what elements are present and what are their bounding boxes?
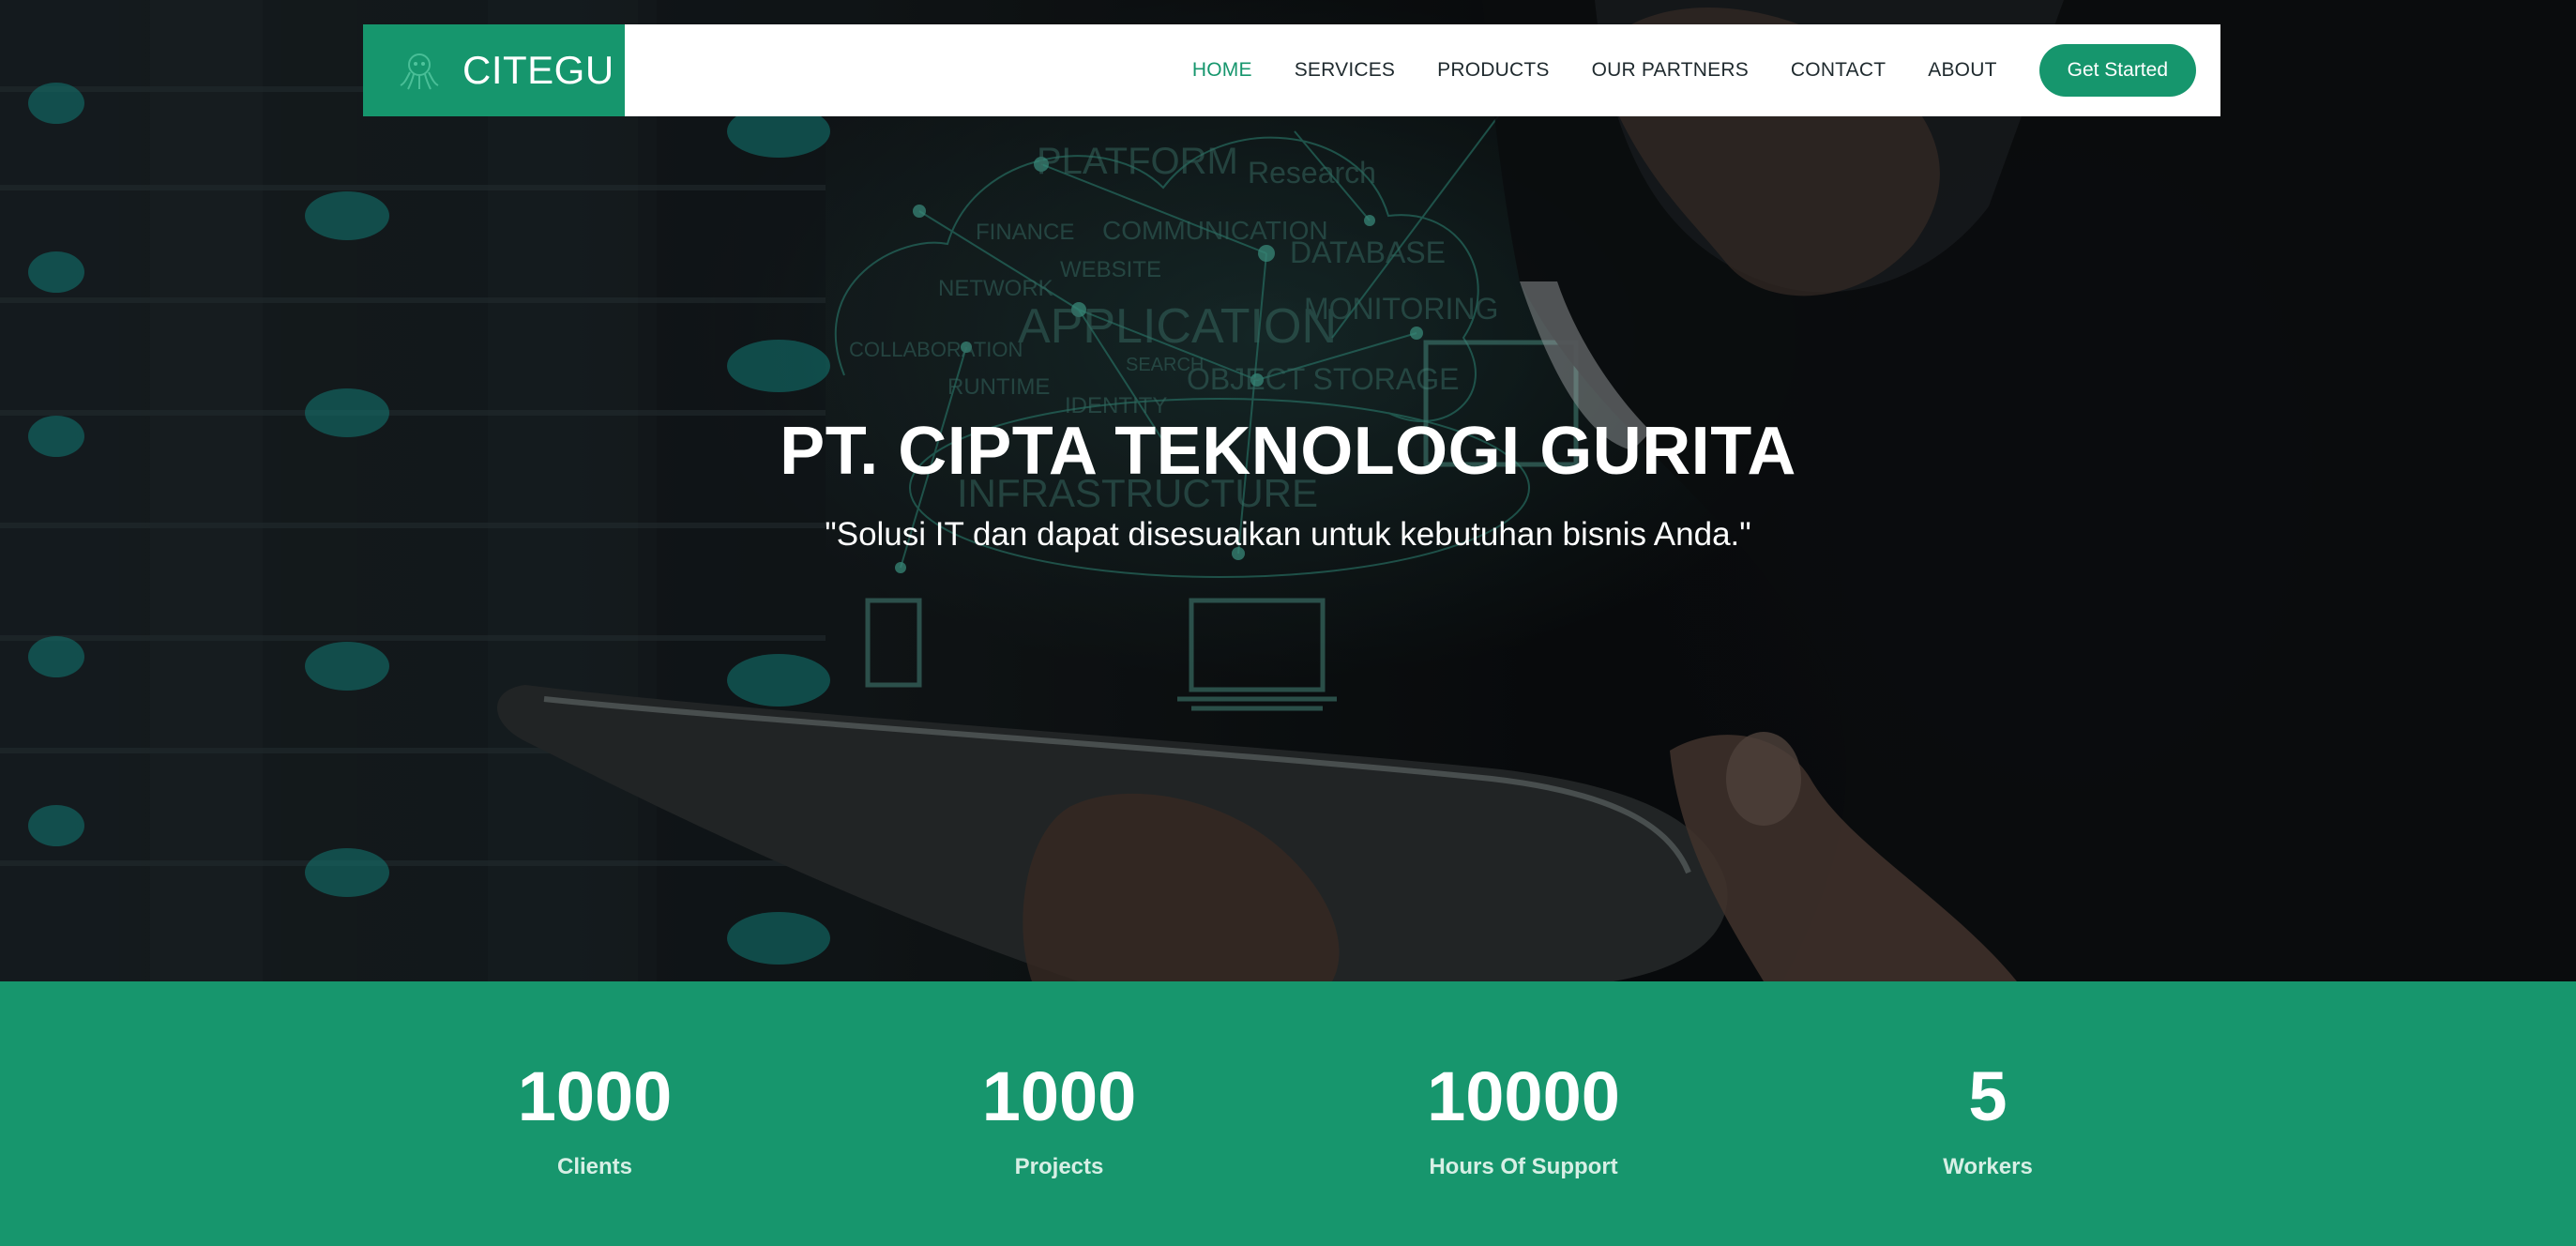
nav-item-home[interactable]: HOME xyxy=(1192,59,1252,82)
stat-workers: 5 Workers xyxy=(1781,981,2194,1180)
top-navbar: CITEGU HOME SERVICES PRODUCTS OUR PARTNE… xyxy=(363,24,2220,116)
get-started-button[interactable]: Get Started xyxy=(2038,44,2196,97)
hero-subtitle: "Solusi IT dan dapat disesuaikan untuk k… xyxy=(825,516,1751,553)
nav-item-products[interactable]: PRODUCTS xyxy=(1437,59,1549,82)
brand-name: CITEGU xyxy=(462,48,614,92)
stat-label: Projects xyxy=(1014,1154,1104,1179)
stat-label: Workers xyxy=(1943,1154,2033,1179)
stat-label: Hours Of Support xyxy=(1429,1154,1618,1179)
nav-item-services[interactable]: SERVICES xyxy=(1295,59,1395,82)
stat-projects: 1000 Projects xyxy=(853,981,1265,1180)
stat-value: 10000 xyxy=(1427,1057,1620,1135)
stat-label: Clients xyxy=(556,1154,632,1179)
hero-title: PT. CIPTA TEKNOLOGI GURITA xyxy=(780,414,1796,489)
stat-value: 5 xyxy=(1968,1057,2008,1135)
nav-item-contact[interactable]: CONTACT xyxy=(1791,59,1886,82)
hero-dark-overlay xyxy=(0,0,2576,981)
stat-clients: 1000 Clients xyxy=(388,981,801,1180)
stat-value: 1000 xyxy=(517,1057,673,1135)
octopus-logo-icon xyxy=(400,53,439,90)
nav-item-about[interactable]: ABOUT xyxy=(1928,59,1996,82)
stat-hours-of-support: 10000 Hours Of Support xyxy=(1317,981,1730,1180)
nav-item-our-partners[interactable]: OUR PARTNERS xyxy=(1592,59,1749,82)
stats-section: 1000 Clients 1000 Projects 10000 Hours O… xyxy=(0,981,2576,1246)
brand[interactable]: CITEGU xyxy=(363,24,625,116)
nav-menu: HOME SERVICES PRODUCTS OUR PARTNERS CONT… xyxy=(1150,44,2220,97)
hero-section: PLATFORM Research FINANCE COMMUNICATION … xyxy=(0,0,2576,981)
stat-value: 1000 xyxy=(981,1057,1137,1135)
